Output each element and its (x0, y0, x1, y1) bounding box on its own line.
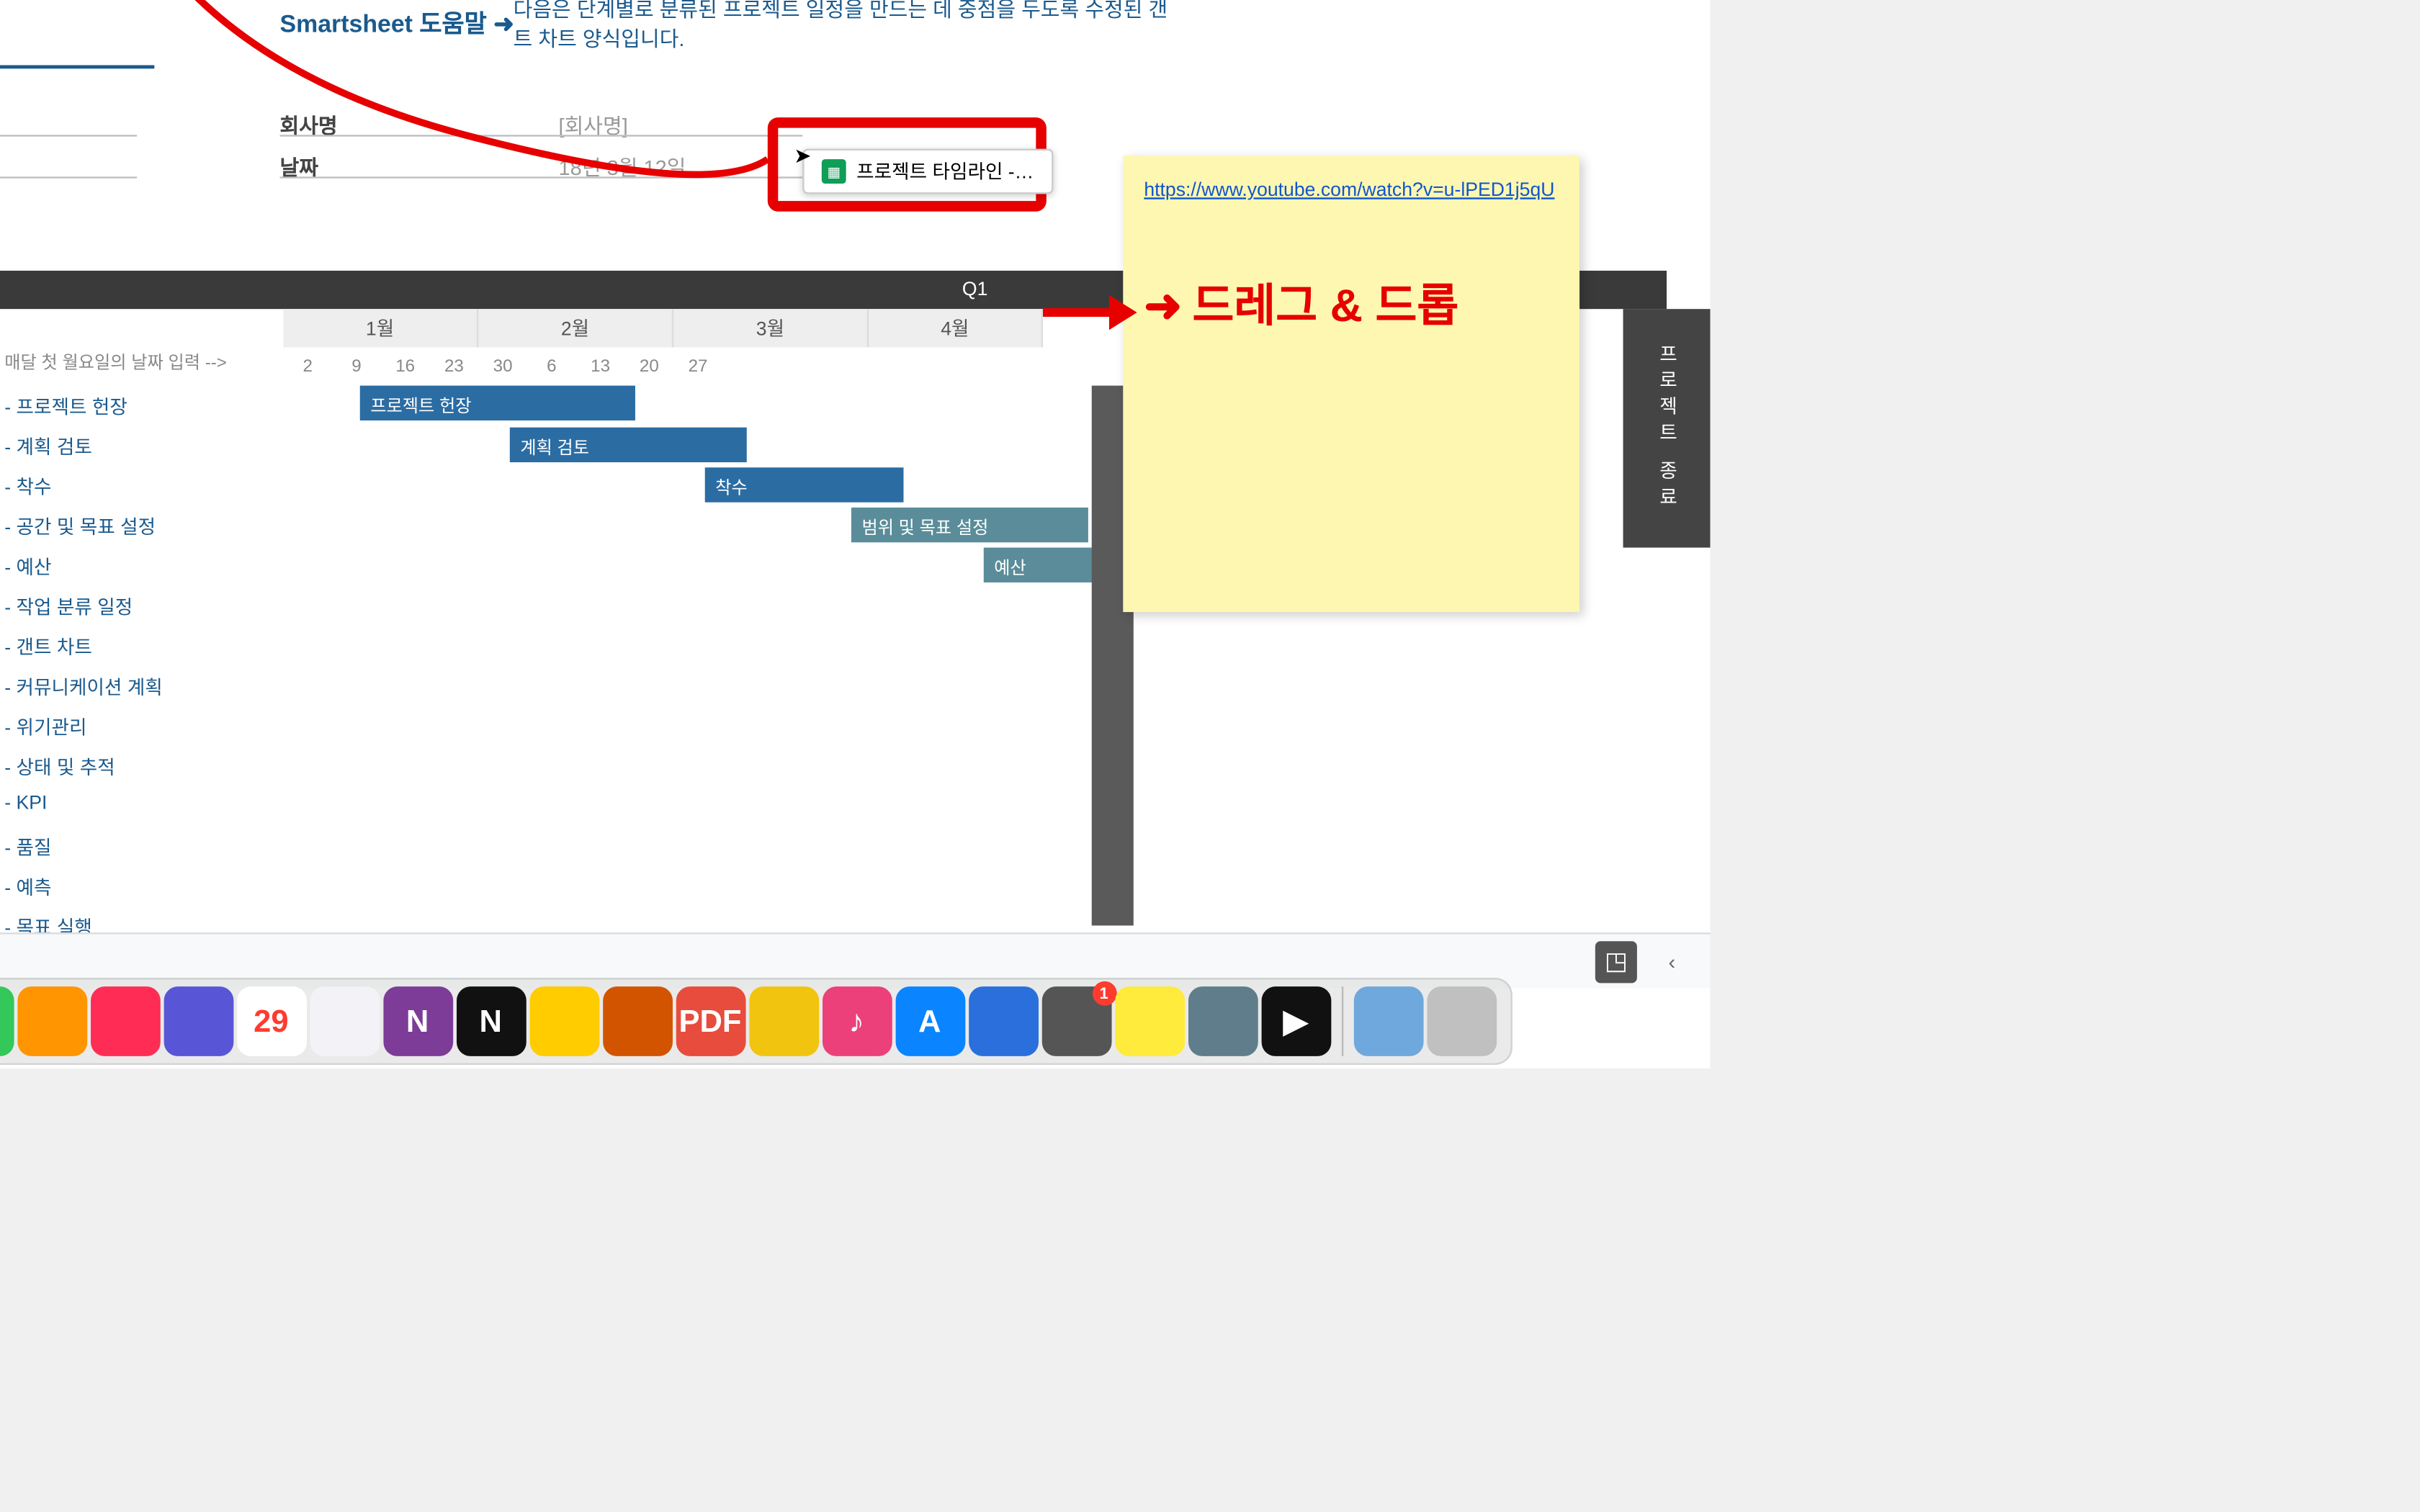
dock-app-icon[interactable]: A (895, 986, 964, 1056)
template-title: 프로젝트 타임라인 템플릿 (0, 0, 1, 72)
task-label: - 공간 및 목표 설정 (4, 513, 156, 541)
dock-app-icon[interactable]: N (382, 986, 452, 1056)
dock-app-icon[interactable]: 1 (1041, 986, 1111, 1056)
task-label: - 예산 (4, 553, 51, 581)
task-label: - 계획 검토 (4, 433, 92, 461)
gantt-month: 4월 (869, 309, 1043, 347)
dock-app-icon[interactable] (1426, 986, 1496, 1056)
title-underline (0, 66, 154, 69)
task-label: - 품질 (4, 833, 51, 861)
gantt-day: 27 (673, 347, 722, 385)
dragdrop-label: ➜드레그 & 드롭 (1144, 271, 1559, 336)
gantt-day: 13 (576, 347, 625, 385)
dock-app-icon[interactable]: ♪ (822, 986, 892, 1056)
task-label: - 착수 (4, 473, 51, 501)
arrow-right-icon: ➜ (1144, 279, 1182, 332)
drag-chip[interactable]: ➤ ▦ 프로젝트 타임라인 -… (802, 149, 1053, 194)
task-label: - 프로젝트 헌장 (4, 392, 127, 420)
gantt-bar[interactable]: 계획 검토 (510, 428, 747, 462)
gantt-bar[interactable]: 프로젝트 헌장 (360, 386, 635, 420)
gantt-days: 291623306132027 (283, 347, 722, 385)
sheet-content[interactable]: 프로젝트 타임라인 템플릿 Smartsheet 도움말 ➜ 다음은 단계별로 … (0, 0, 1710, 1068)
dock-app-icon[interactable]: PDF (676, 986, 745, 1056)
spreadsheet-grid[interactable]: ABCDEFGHIJKLMNOPQRSTUVWXYZAAABACADAEAFAG… (0, 0, 1710, 1068)
dock-app-icon[interactable] (1114, 986, 1184, 1056)
dock-app-icon[interactable] (310, 986, 380, 1056)
gantt-day: 30 (478, 347, 527, 385)
gantt-bar[interactable]: 범위 및 목표 설정 (851, 508, 1088, 542)
gantt-month: 1월 (283, 309, 478, 347)
sticky-note[interactable]: https://www.youtube.com/watch?v=u-lPED1j… (1123, 156, 1579, 612)
task-label: - 위기관리 (4, 713, 86, 741)
task-label: - 커뮤니케이션 계획 (4, 673, 163, 701)
gantt-day: 23 (430, 347, 479, 385)
gantt-day: 16 (381, 347, 430, 385)
template-description: 다음은 단계별로 분류된 프로젝트 일정을 만드는 데 중점을 두도록 수정된 … (514, 0, 1175, 54)
dock-app-icon[interactable] (529, 986, 599, 1056)
dock-app-icon[interactable] (163, 986, 233, 1056)
gantt-day: 2 (283, 347, 332, 385)
smartsheet-help-link[interactable]: Smartsheet 도움말 ➜ (279, 6, 514, 40)
dock-app-icon[interactable] (748, 986, 818, 1056)
task-label: - 갠트 차트 (4, 633, 92, 661)
dock-app-icon[interactable] (602, 986, 672, 1056)
gantt-bar[interactable]: 착수 (705, 467, 904, 502)
gantt-months: 1월2월3월4월 (283, 309, 1043, 347)
sheets-favicon-icon: ▦ (822, 159, 846, 184)
dock-app-icon[interactable]: 29 (236, 986, 306, 1056)
gantt-day: 9 (332, 347, 381, 385)
dock-app-icon[interactable]: N (456, 986, 526, 1056)
task-label: - 상태 및 추적 (4, 753, 115, 781)
gantt-day: 20 (624, 347, 673, 385)
task-label: - 작업 분류 일정 (4, 593, 133, 621)
dock-app-icon[interactable] (968, 986, 1038, 1056)
task-label: - 예측 (4, 873, 51, 901)
explore-button[interactable]: ◳ (1595, 940, 1637, 982)
side-panel-toggle[interactable]: ‹ (1651, 940, 1693, 982)
gantt-day: 6 (527, 347, 576, 385)
cursor-icon: ➤ (794, 143, 811, 168)
dock-app-icon[interactable] (17, 986, 86, 1056)
mac-dock: 929NNPDF♪A1▶ (0, 978, 1512, 1065)
project-end-column: 프로젝트 종료 (1623, 309, 1711, 548)
task-label: - KPI (4, 793, 47, 814)
dock-app-icon[interactable] (1188, 986, 1258, 1056)
dock-app-icon[interactable] (0, 986, 13, 1056)
gantt-legend: 매달 첫 월요일의 날짜 입력 --> (4, 347, 227, 373)
gantt-month: 3월 (673, 309, 869, 347)
dock-app-icon[interactable]: ▶ (1260, 986, 1330, 1056)
arrow-right-icon: ➜ (493, 9, 514, 37)
dock-app-icon[interactable] (90, 986, 160, 1056)
drag-chip-label: 프로젝트 타임라인 -… (856, 158, 1034, 186)
gantt-month: 2월 (478, 309, 673, 347)
dock-app-icon[interactable] (1353, 986, 1423, 1056)
sticky-note-link[interactable]: https://www.youtube.com/watch?v=u-lPED1j… (1144, 180, 1554, 201)
